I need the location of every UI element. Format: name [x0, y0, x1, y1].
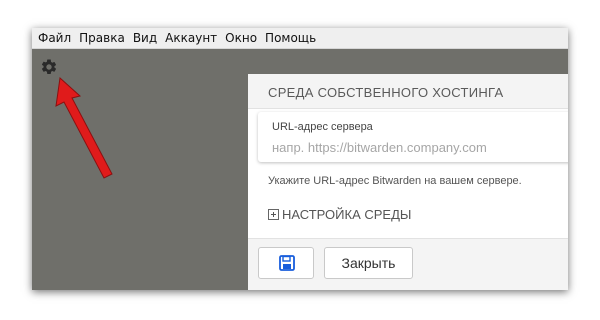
save-icon: [279, 255, 295, 271]
menu-window[interactable]: Окно: [223, 28, 263, 49]
server-url-input[interactable]: [272, 138, 568, 156]
server-url-field[interactable]: URL-адрес сервера: [258, 112, 568, 162]
menu-file[interactable]: Файл: [36, 28, 77, 49]
environment-settings-toggle[interactable]: НАСТРОЙКА СРЕДЫ: [268, 207, 411, 222]
menubar: Файл Правка Вид Аккаунт Окно Помощь: [32, 28, 568, 49]
gear-icon[interactable]: [40, 58, 58, 76]
server-url-label: URL-адрес сервера: [272, 121, 373, 133]
menu-account[interactable]: Аккаунт: [163, 28, 223, 49]
panel-header: СРЕДА СОБСТВЕННОГО ХОСТИНГА: [248, 74, 568, 109]
red-arrow-annotation: [55, 77, 113, 179]
menu-view[interactable]: Вид: [131, 28, 163, 49]
app-window: Файл Правка Вид Аккаунт Окно Помощь СРЕД…: [32, 28, 568, 290]
panel-title: СРЕДА СОБСТВЕННОГО ХОСТИНГА: [268, 85, 504, 100]
save-button[interactable]: [258, 247, 314, 279]
environment-settings-label: НАСТРОЙКА СРЕДЫ: [282, 207, 412, 222]
plus-square-icon: [268, 209, 279, 220]
menu-help[interactable]: Помощь: [263, 28, 322, 49]
close-button[interactable]: Закрыть: [324, 247, 413, 279]
menu-edit[interactable]: Правка: [77, 28, 131, 49]
panel-footer: Закрыть: [248, 238, 568, 290]
self-hosted-panel: СРЕДА СОБСТВЕННОГО ХОСТИНГА URL-адрес се…: [248, 74, 568, 290]
server-url-help: Укажите URL-адрес Bitwarden на вашем сер…: [268, 175, 522, 187]
